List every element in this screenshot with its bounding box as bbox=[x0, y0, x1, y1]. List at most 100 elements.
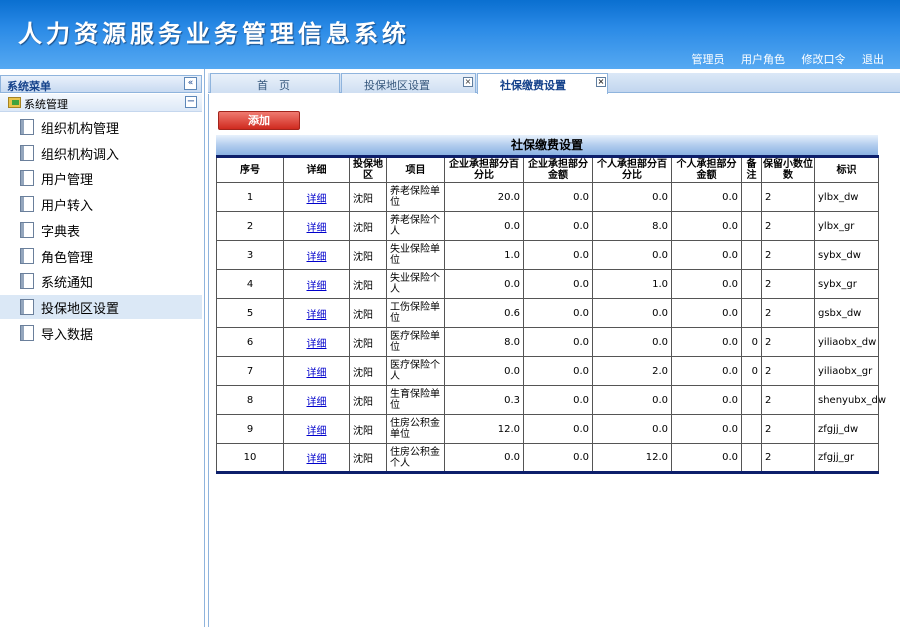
item-cell: 住房公积金个人 bbox=[386, 443, 445, 473]
detail-link[interactable]: 详细 bbox=[307, 426, 327, 437]
detail-cell: 详细 bbox=[283, 182, 350, 212]
column-header: 项目 bbox=[386, 156, 445, 183]
item-cell: 医疗保险单位 bbox=[386, 327, 445, 357]
personal-amount-cell: 0.0 bbox=[671, 182, 742, 212]
note-cell bbox=[741, 298, 762, 328]
code-cell: yiliaobx_dw bbox=[814, 327, 879, 357]
code-cell: yiliaobx_gr bbox=[814, 356, 879, 386]
company-amount-cell: 0.0 bbox=[523, 356, 593, 386]
item-cell: 失业保险个人 bbox=[386, 269, 445, 299]
detail-link[interactable]: 详细 bbox=[307, 252, 327, 263]
group-collapse-icon[interactable]: − bbox=[185, 96, 197, 108]
document-icon bbox=[20, 324, 34, 341]
tab-region-settings[interactable]: 投保地区设置 × bbox=[341, 73, 476, 93]
document-icon bbox=[20, 247, 34, 264]
company-amount-cell: 0.0 bbox=[523, 298, 593, 328]
close-icon[interactable]: × bbox=[596, 77, 606, 87]
detail-link[interactable]: 详细 bbox=[307, 281, 327, 292]
note-cell bbox=[741, 182, 762, 212]
column-header: 企业承担部分百分比 bbox=[444, 156, 524, 183]
region-cell: 沈阳 bbox=[349, 414, 387, 444]
detail-cell: 详细 bbox=[283, 298, 350, 328]
user-role-link[interactable]: 用户角色 bbox=[741, 53, 785, 66]
sidebar-item-user-transfer-in[interactable]: 用户转入 bbox=[0, 192, 202, 216]
document-icon bbox=[20, 144, 34, 161]
personal-percent-cell: 12.0 bbox=[592, 443, 672, 473]
sidebar-item-system-notice[interactable]: 系统通知 bbox=[0, 269, 202, 293]
tab-label: 首 页 bbox=[257, 79, 290, 92]
decimal-places-cell: 2 bbox=[761, 385, 815, 415]
company-percent-cell: 0.0 bbox=[444, 269, 524, 299]
row-number: 8 bbox=[216, 385, 284, 415]
code-cell: ylbx_gr bbox=[814, 211, 879, 241]
decimal-places-cell: 2 bbox=[761, 211, 815, 241]
company-percent-cell: 12.0 bbox=[444, 414, 524, 444]
personal-amount-cell: 0.0 bbox=[671, 269, 742, 299]
personal-percent-cell: 0.0 bbox=[592, 385, 672, 415]
grid-title: 社保缴费设置 bbox=[216, 135, 878, 155]
document-icon bbox=[20, 196, 34, 213]
personal-amount-cell: 0.0 bbox=[671, 240, 742, 270]
detail-link[interactable]: 详细 bbox=[307, 194, 327, 205]
company-amount-cell: 0.0 bbox=[523, 211, 593, 241]
sidebar-item-role-management[interactable]: 角色管理 bbox=[0, 244, 202, 268]
item-cell: 失业保险单位 bbox=[386, 240, 445, 270]
personal-percent-cell: 0.0 bbox=[592, 240, 672, 270]
personal-amount-cell: 0.0 bbox=[671, 385, 742, 415]
detail-link[interactable]: 详细 bbox=[307, 454, 327, 465]
personal-amount-cell: 0.0 bbox=[671, 298, 742, 328]
personal-percent-cell: 0.0 bbox=[592, 327, 672, 357]
table-row: 10 详细 沈阳 住房公积金个人 0.0 0.0 12.0 0.0 2 zfgjj_gr bbox=[216, 443, 879, 473]
sidebar-item-insured-region-settings[interactable]: 投保地区设置 bbox=[0, 294, 202, 319]
sidebar-group-system-admin[interactable]: 系统管理 − bbox=[0, 94, 202, 112]
item-cell: 养老保险单位 bbox=[386, 182, 445, 212]
personal-percent-cell: 0.0 bbox=[592, 182, 672, 212]
decimal-places-cell: 2 bbox=[761, 298, 815, 328]
personal-amount-cell: 0.0 bbox=[671, 443, 742, 473]
note-cell bbox=[741, 269, 762, 299]
detail-link[interactable]: 详细 bbox=[307, 310, 327, 321]
code-cell: sybx_gr bbox=[814, 269, 879, 299]
company-percent-cell: 1.0 bbox=[444, 240, 524, 270]
sidebar-item-import-data[interactable]: 导入数据 bbox=[0, 321, 202, 345]
note-cell bbox=[741, 443, 762, 473]
close-icon[interactable]: × bbox=[463, 77, 473, 87]
detail-link[interactable]: 详细 bbox=[307, 397, 327, 408]
collapse-sidebar-icon[interactable]: « bbox=[184, 77, 197, 90]
row-number: 7 bbox=[216, 356, 284, 386]
sidebar-item-org-management[interactable]: 组织机构管理 bbox=[0, 115, 202, 139]
add-button[interactable]: 添加 bbox=[218, 111, 300, 130]
sidebar-item-dictionary[interactable]: 字典表 bbox=[0, 218, 202, 242]
logout-link[interactable]: 退出 bbox=[862, 53, 884, 66]
personal-amount-cell: 0.0 bbox=[671, 356, 742, 386]
item-cell: 工伤保险单位 bbox=[386, 298, 445, 328]
decimal-places-cell: 2 bbox=[761, 240, 815, 270]
detail-link[interactable]: 详细 bbox=[307, 339, 327, 350]
detail-link[interactable]: 详细 bbox=[307, 368, 327, 379]
detail-link[interactable]: 详细 bbox=[307, 223, 327, 234]
table-row: 3 详细 沈阳 失业保险单位 1.0 0.0 0.0 0.0 2 sybx_dw bbox=[216, 240, 879, 270]
region-cell: 沈阳 bbox=[349, 211, 387, 241]
personal-percent-cell: 1.0 bbox=[592, 269, 672, 299]
sidebar-header: 系统菜单 « bbox=[0, 75, 202, 93]
table-row: 1 详细 沈阳 养老保险单位 20.0 0.0 0.0 0.0 2 ylbx_dw bbox=[216, 182, 879, 212]
table-row: 7 详细 沈阳 医疗保险个人 0.0 0.0 2.0 0.0 0 2 yiliaobx_gr bbox=[216, 356, 879, 386]
note-cell bbox=[741, 414, 762, 444]
item-cell: 住房公积金单位 bbox=[386, 414, 445, 444]
document-icon bbox=[20, 221, 34, 238]
item-cell: 养老保险个人 bbox=[386, 211, 445, 241]
sidebar-item-org-transfer-in[interactable]: 组织机构调入 bbox=[0, 141, 202, 165]
sidebar-group-label: 系统管理 bbox=[24, 98, 68, 111]
personal-percent-cell: 0.0 bbox=[592, 414, 672, 444]
decimal-places-cell: 2 bbox=[761, 327, 815, 357]
personal-percent-cell: 8.0 bbox=[592, 211, 672, 241]
note-cell bbox=[741, 385, 762, 415]
sidebar-item-user-management[interactable]: 用户管理 bbox=[0, 166, 202, 190]
change-password-link[interactable]: 修改口令 bbox=[802, 53, 846, 66]
code-cell: ylbx_dw bbox=[814, 182, 879, 212]
tab-home[interactable]: 首 页 bbox=[210, 73, 340, 93]
company-percent-cell: 0.0 bbox=[444, 356, 524, 386]
detail-cell: 详细 bbox=[283, 414, 350, 444]
admin-link[interactable]: 管理员 bbox=[692, 53, 725, 66]
tab-social-insurance-settings[interactable]: 社保缴费设置 × bbox=[477, 73, 608, 94]
